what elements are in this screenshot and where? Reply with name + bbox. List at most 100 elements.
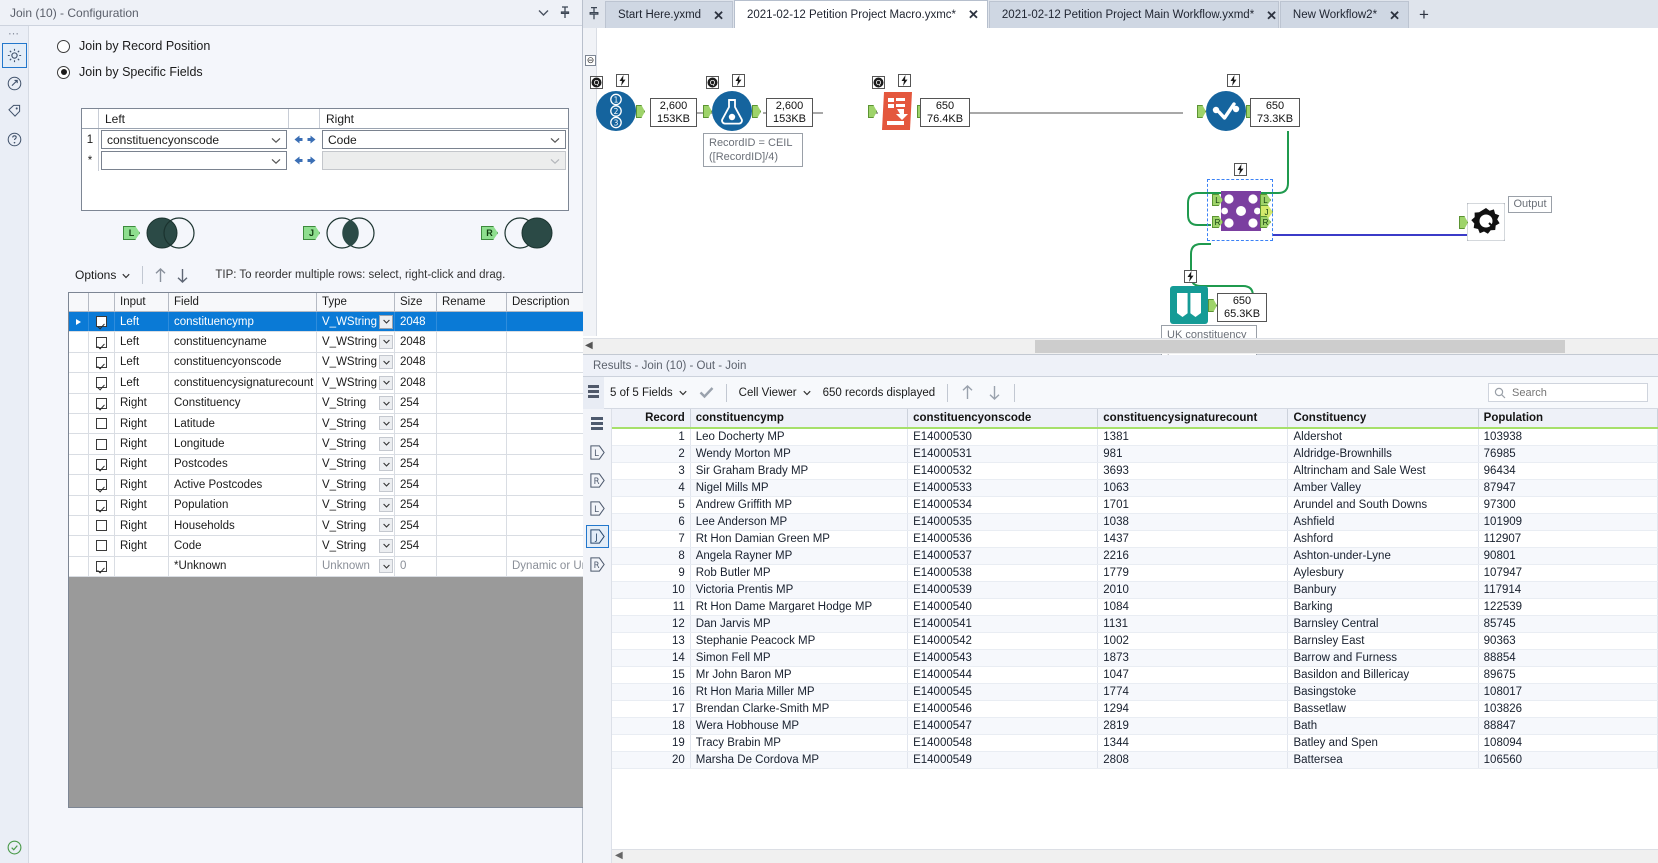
table-cell[interactable]: Basingstoke xyxy=(1288,683,1478,700)
field-type-cell[interactable]: V_String xyxy=(317,414,395,433)
field-rename-cell[interactable] xyxy=(437,516,507,535)
select-fields-table[interactable]: Input Field Type Size Rename Description… xyxy=(68,292,596,808)
results-horizontal-scrollbar[interactable]: ◀ xyxy=(612,849,1658,863)
chevron-down-icon[interactable] xyxy=(379,315,393,329)
field-rename-cell[interactable] xyxy=(437,332,507,351)
table-cell[interactable]: Leo Docherty MP xyxy=(690,428,907,445)
table-row[interactable]: 2Wendy Morton MPE14000531981Aldridge-Bro… xyxy=(612,445,1658,462)
table-cell[interactable]: Barrow and Furness xyxy=(1288,649,1478,666)
table-cell[interactable]: E14000545 xyxy=(908,683,1098,700)
field-type-cell[interactable]: V_WString xyxy=(317,312,395,331)
options-button[interactable]: Options xyxy=(69,268,136,282)
table-cell[interactable]: 9 xyxy=(612,564,690,581)
field-description-cell[interactable] xyxy=(507,536,595,555)
table-cell[interactable]: Andrew Griffith MP xyxy=(690,496,907,513)
table-row[interactable]: 8Angela Rayner MPE140005372216Ashton-und… xyxy=(612,547,1658,564)
table-cell[interactable]: 14 xyxy=(612,649,690,666)
column-header-rename[interactable]: Rename xyxy=(437,293,507,311)
table-cell[interactable]: Barking xyxy=(1288,598,1478,615)
table-cell[interactable]: E14000546 xyxy=(908,700,1098,717)
field-input-cell[interactable]: Right xyxy=(115,394,169,413)
checkbox-icon[interactable] xyxy=(96,520,107,531)
right-output-venn[interactable]: R xyxy=(481,216,558,250)
formula-tool[interactable]: Q xyxy=(711,90,753,135)
checkbox-icon[interactable] xyxy=(96,540,107,551)
table-cell[interactable]: 76985 xyxy=(1478,445,1657,462)
field-name-cell[interactable]: *Unknown xyxy=(169,557,317,576)
table-cell[interactable]: E14000538 xyxy=(908,564,1098,581)
table-row[interactable]: 18Wera Hobhouse MPE140005472819Bath88847 xyxy=(612,717,1658,734)
viewer-selector[interactable]: Cell Viewer xyxy=(733,387,817,399)
field-size-cell[interactable]: 254 xyxy=(395,394,437,413)
join-anchor-icon[interactable]: J xyxy=(586,525,609,548)
field-description-cell[interactable] xyxy=(507,475,595,494)
field-include-checkbox-cell[interactable] xyxy=(89,496,115,515)
table-cell[interactable]: 96434 xyxy=(1478,462,1657,479)
right-anchor-icon[interactable]: R xyxy=(586,553,609,576)
join-left-field-select-empty[interactable] xyxy=(101,151,287,170)
join-by-record-position-option[interactable]: Join by Record Position xyxy=(57,39,582,53)
column-header-size[interactable]: Size xyxy=(395,293,437,311)
field-size-cell[interactable]: 2048 xyxy=(395,332,437,351)
table-cell[interactable]: 2 xyxy=(612,445,690,462)
table-cell[interactable]: 1701 xyxy=(1098,496,1288,513)
results-grip-icon[interactable] xyxy=(583,377,604,409)
field-description-cell[interactable] xyxy=(507,455,595,474)
select-field-row[interactable]: RightLongitudeV_String254 xyxy=(69,434,595,454)
field-name-cell[interactable]: Postcodes xyxy=(169,455,317,474)
column-header-type[interactable]: Type xyxy=(317,293,395,311)
table-cell[interactable]: E14000547 xyxy=(908,717,1098,734)
table-row[interactable]: 10Victoria Prentis MPE140005392010Banbur… xyxy=(612,581,1658,598)
table-cell[interactable]: E14000533 xyxy=(908,479,1098,496)
column-header-field[interactable]: Field xyxy=(169,293,317,311)
table-row[interactable]: 19Tracy Brabin MPE140005481344Batley and… xyxy=(612,734,1658,751)
table-cell[interactable]: Altrincham and Sale West xyxy=(1288,462,1478,479)
field-name-cell[interactable]: constituencyonscode xyxy=(169,353,317,372)
field-type-cell[interactable]: Unknown xyxy=(317,557,395,576)
table-cell[interactable]: 112907 xyxy=(1478,530,1657,547)
field-description-cell[interactable]: Dynamic or Unk... xyxy=(507,557,595,576)
field-type-cell[interactable]: V_WString xyxy=(317,353,395,372)
checkbox-icon[interactable] xyxy=(96,377,107,388)
field-input-cell[interactable]: Right xyxy=(115,475,169,494)
chevron-down-icon[interactable] xyxy=(379,376,393,390)
field-rename-cell[interactable] xyxy=(437,536,507,555)
document-tab[interactable]: New Workflow2*✕ xyxy=(1280,1,1409,28)
field-input-cell[interactable]: Left xyxy=(115,373,169,392)
table-cell[interactable]: 1 xyxy=(612,428,690,445)
field-rename-cell[interactable] xyxy=(437,475,507,494)
field-include-checkbox-cell[interactable] xyxy=(89,373,115,392)
macro-input-tool[interactable]: Q 1 2 3 xyxy=(595,90,637,135)
table-cell[interactable]: Victoria Prentis MP xyxy=(690,581,907,598)
select-field-row[interactable]: RightHouseholdsV_String254 xyxy=(69,516,595,536)
checkbox-icon[interactable] xyxy=(96,398,107,409)
macro-output-tool[interactable] xyxy=(1467,203,1505,244)
table-cell[interactable]: 97300 xyxy=(1478,496,1657,513)
checkbox-icon[interactable] xyxy=(96,561,107,572)
select-field-row[interactable]: LeftconstituencympV_WString2048 xyxy=(69,312,595,332)
field-type-cell[interactable]: V_WString xyxy=(317,373,395,392)
field-name-cell[interactable]: constituencymp xyxy=(169,312,317,331)
select-field-row[interactable]: LeftconstituencyonscodeV_WString2048 xyxy=(69,353,595,373)
field-name-cell[interactable]: Active Postcodes xyxy=(169,475,317,494)
field-include-checkbox-cell[interactable] xyxy=(89,312,115,331)
table-cell[interactable]: 1437 xyxy=(1098,530,1288,547)
chevron-down-icon[interactable] xyxy=(379,559,393,573)
table-cell[interactable]: 1002 xyxy=(1098,632,1288,649)
field-include-checkbox-cell[interactable] xyxy=(89,353,115,372)
table-cell[interactable]: 106560 xyxy=(1478,751,1657,768)
field-size-cell[interactable]: 2048 xyxy=(395,353,437,372)
field-size-cell[interactable]: 2048 xyxy=(395,373,437,392)
join-by-specific-fields-option[interactable]: Join by Specific Fields xyxy=(57,65,582,79)
document-tab[interactable]: 2021-02-12 Petition Project Main Workflo… xyxy=(989,1,1279,28)
scroll-up-button[interactable] xyxy=(954,384,981,401)
table-cell[interactable]: E14000536 xyxy=(908,530,1098,547)
field-description-cell[interactable] xyxy=(507,394,595,413)
table-row[interactable]: 13Stephanie Peacock MPE140005421002Barns… xyxy=(612,632,1658,649)
table-row[interactable]: 14Simon Fell MPE140005431873Barrow and F… xyxy=(612,649,1658,666)
field-include-checkbox-cell[interactable] xyxy=(89,455,115,474)
table-cell[interactable]: Ashfield xyxy=(1288,513,1478,530)
table-cell[interactable]: 1063 xyxy=(1098,479,1288,496)
checkbox-icon[interactable] xyxy=(96,500,107,511)
checkbox-icon[interactable] xyxy=(96,459,107,470)
